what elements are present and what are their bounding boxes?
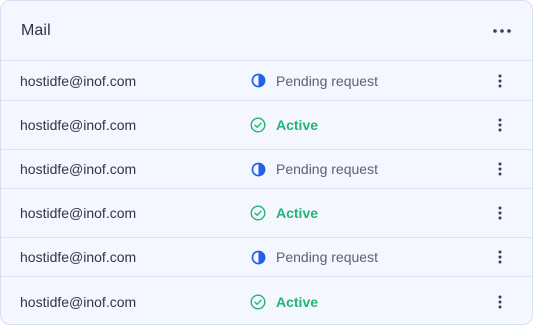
row-menu-button[interactable] [492,115,508,135]
status-badge: Pending request [250,73,378,89]
table-row: hostidfe@inof.com Active [1,189,532,238]
table-row: hostidfe@inof.com Pending request [1,238,532,277]
status-label: Pending request [276,72,378,89]
card-title: Mail [21,21,51,39]
email-address: hostidfe@inof.com [20,161,137,177]
table-row: hostidfe@inof.com Pending request [1,61,532,101]
status-label: Pending request [276,249,378,265]
check-circle-icon [250,293,266,310]
vertical-dots-icon [498,74,502,87]
vertical-dots-icon [498,162,502,176]
row-menu-button[interactable] [492,292,508,312]
row-menu-button[interactable] [492,159,508,179]
row-menu-button[interactable] [492,71,508,91]
half-circle-icon [250,73,266,89]
status-badge: Active [250,117,318,133]
email-address: hostidfe@inof.com [20,72,137,89]
status-badge: Active [250,205,318,221]
row-menu-button[interactable] [492,203,508,223]
status-badge: Active [250,294,318,310]
horizontal-dots-icon [493,28,511,33]
mail-card: Mail hostidfe@inof.com Pending request h… [0,0,533,325]
email-address: hostidfe@inof.com [20,293,137,310]
table-row: hostidfe@inof.com Active [1,277,532,324]
table-row: hostidfe@inof.com Active [1,101,532,150]
row-menu-button[interactable] [492,247,508,267]
email-address: hostidfe@inof.com [20,249,137,265]
status-label: Active [276,293,319,310]
status-label: Active [276,117,319,133]
card-header: Mail [1,1,532,61]
email-address: hostidfe@inof.com [20,205,137,221]
status-badge: Pending request [250,161,378,177]
more-options-button[interactable] [490,19,514,43]
status-label: Pending request [276,161,378,177]
table-row: hostidfe@inof.com Pending request [1,150,532,189]
status-badge: Pending request [250,249,378,265]
email-address: hostidfe@inof.com [20,117,137,133]
vertical-dots-icon [498,118,502,132]
vertical-dots-icon [498,206,502,220]
vertical-dots-icon [498,250,502,264]
check-circle-icon [250,117,266,133]
vertical-dots-icon [498,295,502,308]
half-circle-icon [250,161,266,177]
check-circle-icon [250,205,266,221]
status-label: Active [276,205,319,221]
half-circle-icon [250,249,266,265]
